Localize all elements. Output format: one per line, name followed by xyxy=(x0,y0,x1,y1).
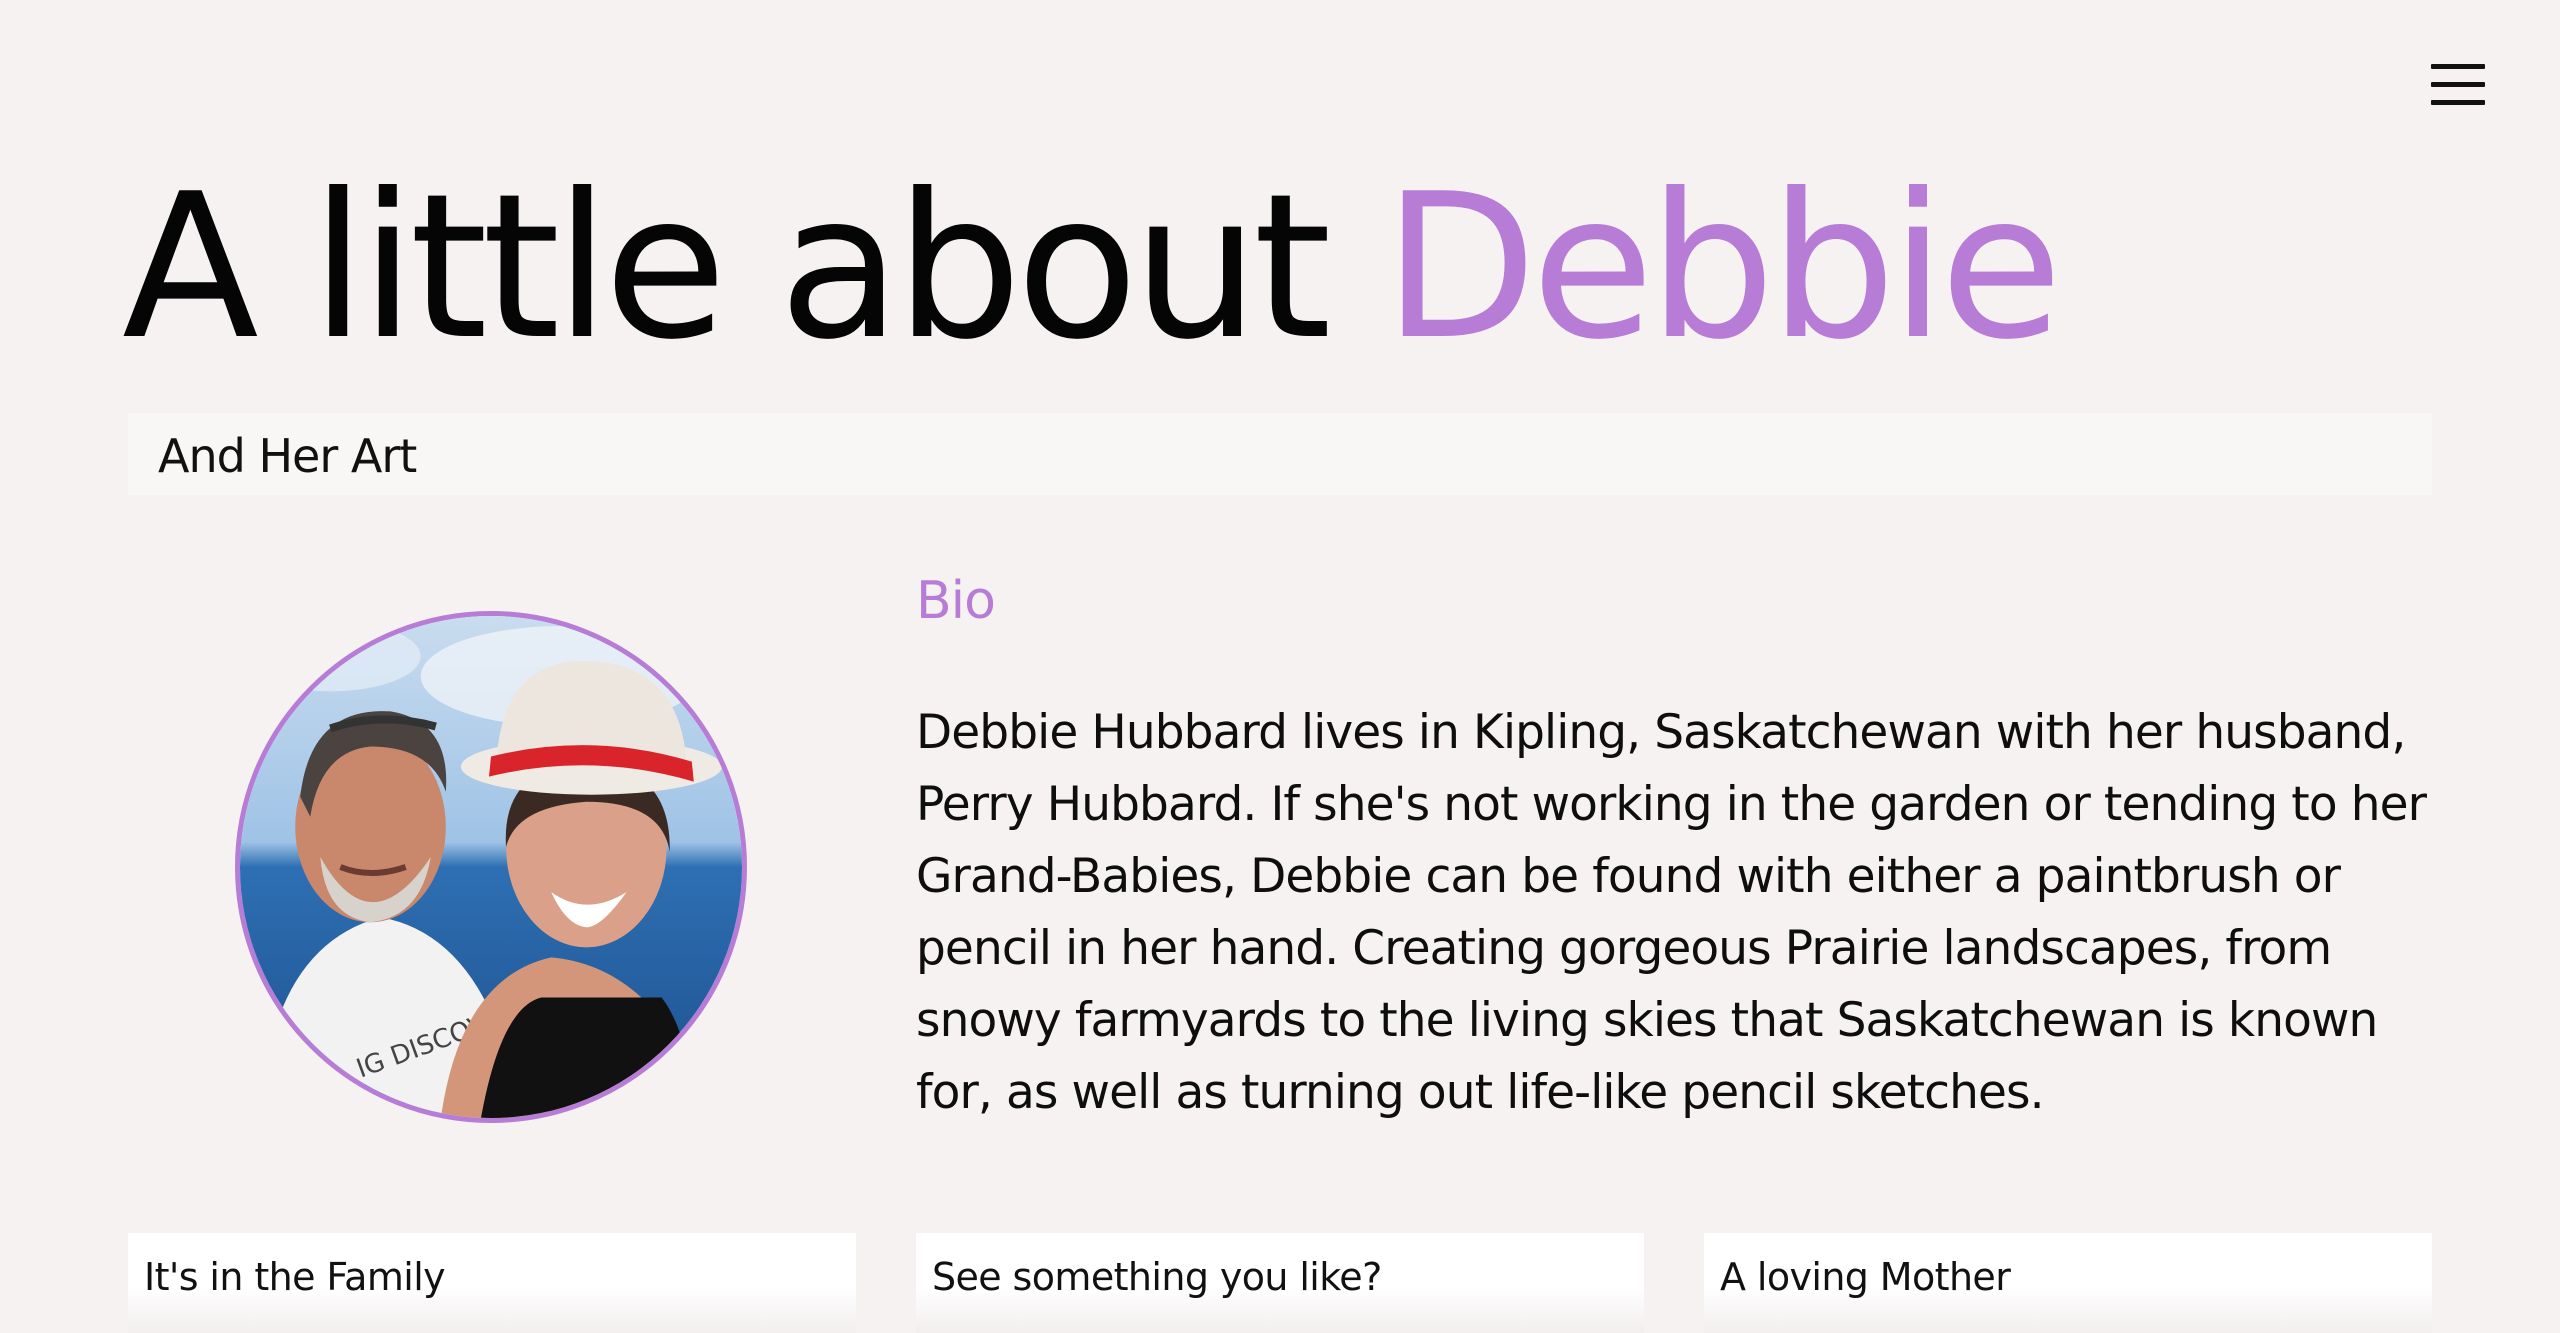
menu-bar-middle xyxy=(2431,82,2485,87)
menu-bar-top xyxy=(2431,64,2485,69)
page-title-prefix: A little about xyxy=(122,151,1332,384)
card-title: See something you like? xyxy=(932,1255,1382,1299)
subtitle-bar: And Her Art xyxy=(128,413,2432,495)
menu-bar-bottom xyxy=(2431,100,2485,105)
page-title-name: Debbie xyxy=(1383,151,2063,384)
card-a-loving-mother[interactable]: A loving Mother xyxy=(1704,1233,2432,1333)
subtitle-text: And Her Art xyxy=(158,429,417,483)
card-title: A loving Mother xyxy=(1720,1255,2011,1299)
card-its-in-the-family[interactable]: It's in the Family xyxy=(128,1233,856,1333)
photo-illustration: IG DISCOV xyxy=(240,616,742,1118)
card-see-something-you-like[interactable]: See something you like? xyxy=(916,1233,1644,1333)
card-title: It's in the Family xyxy=(144,1255,446,1299)
bio-paragraph: Debbie Hubbard lives in Kipling, Saskatc… xyxy=(916,705,2427,1120)
bio-heading: Bio xyxy=(916,571,996,631)
page-title: A little about Debbie xyxy=(122,168,2063,368)
hamburger-menu-icon[interactable] xyxy=(2428,62,2488,108)
profile-photo: IG DISCOV xyxy=(235,611,747,1123)
